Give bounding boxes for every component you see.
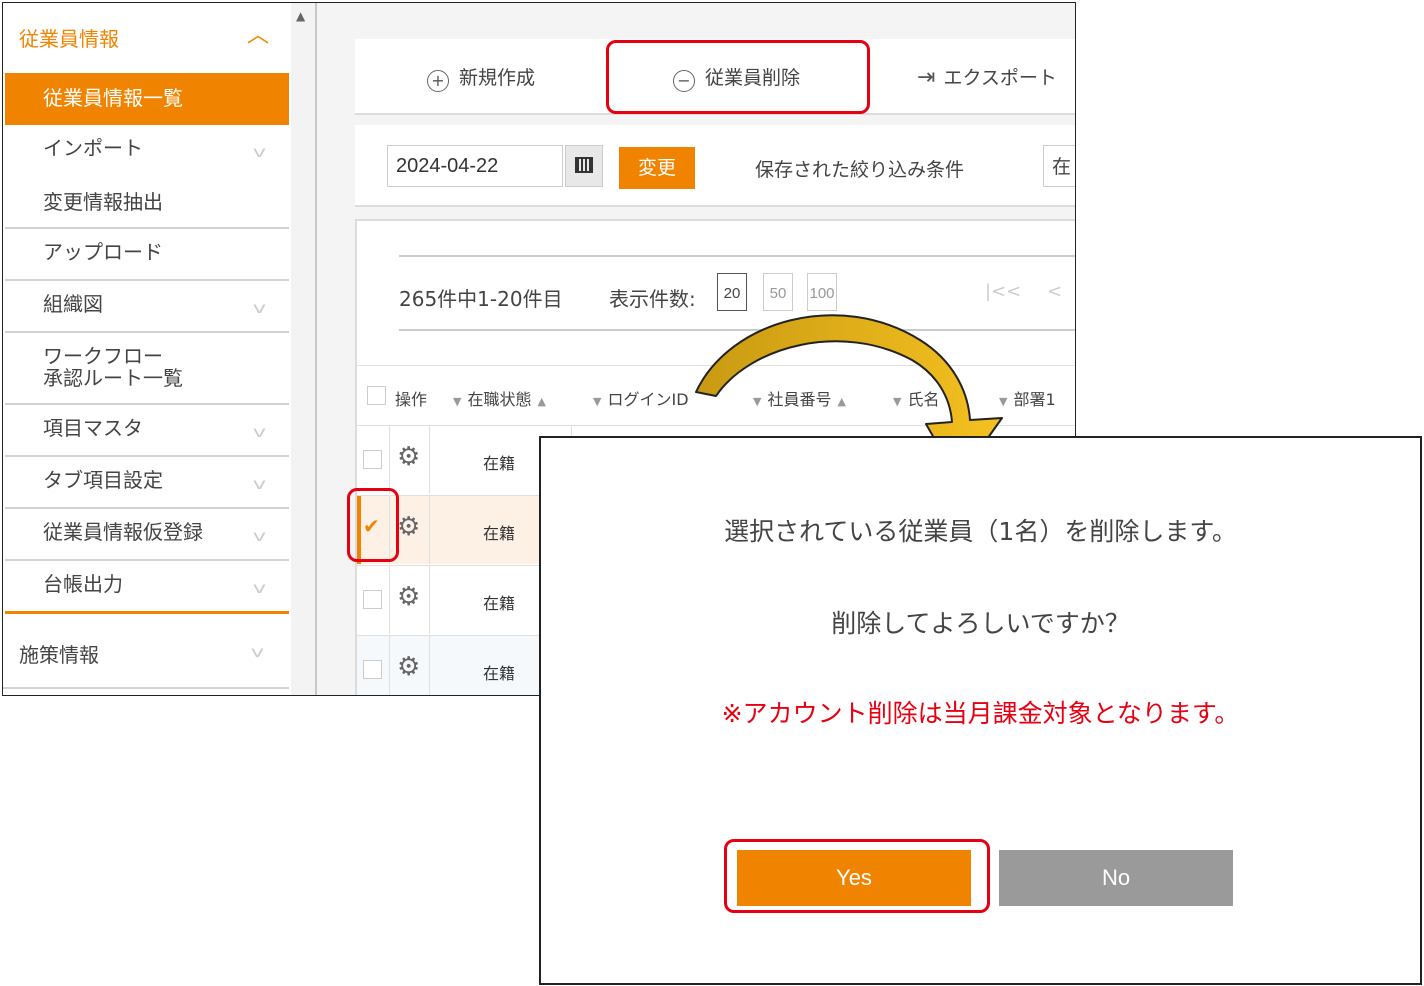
divider (429, 426, 430, 494)
date-input[interactable]: 2024-04-22 (387, 145, 563, 187)
sidebar-item-label: 項目マスタ (43, 416, 143, 440)
calendar-button[interactable] (565, 145, 603, 187)
export-button[interactable]: ⇥ エクスポート (917, 63, 1057, 90)
gear-icon[interactable]: ⚙ (397, 442, 420, 472)
sort-asc-icon[interactable]: ▲ (537, 395, 545, 408)
sidebar: 従業員情報 ︿ 従業員情報一覧 インポート v 変更情報抽出 アップロード 組織… (3, 3, 289, 695)
no-button[interactable]: No (999, 850, 1233, 906)
calendar-icon (575, 157, 593, 173)
header-label: ログインID (607, 390, 689, 409)
sidebar-section-title: 施策情報 (19, 643, 99, 667)
chevron-down-icon: v (252, 527, 267, 545)
sidebar-item-employee-list[interactable]: 従業員情報一覧 (5, 73, 289, 125)
new-label: 新規作成 (459, 67, 536, 89)
row-checkbox[interactable] (363, 450, 382, 469)
sidebar-item-label: 組織図 (43, 292, 103, 316)
sidebar-scrollbar[interactable]: ▲ (291, 3, 315, 695)
chevron-up-icon[interactable]: ︿ (247, 17, 269, 49)
chevron-down-icon: v (252, 475, 267, 493)
first-page-icon[interactable]: |<< (985, 281, 1021, 302)
sidebar-item-label: 従業員情報仮登録 (43, 520, 203, 544)
sidebar-item-label: 変更情報抽出 (43, 190, 163, 214)
highlight-delete-button (606, 40, 870, 114)
sidebar-item-change-extract[interactable]: 変更情報抽出 (5, 177, 289, 229)
export-label: エクスポート (943, 67, 1057, 89)
sidebar-item-ledger[interactable]: 台帳出力 v (5, 561, 289, 609)
gear-icon[interactable]: ⚙ (397, 582, 420, 612)
divider (429, 496, 430, 564)
dialog-question: 削除してよろしいですか？ (831, 609, 1130, 638)
sort-desc-icon[interactable]: ▼ (453, 395, 461, 408)
sidebar-item-upload[interactable]: アップロード (5, 229, 289, 281)
sidebar-item-label: アップロード (43, 240, 163, 264)
header-login-id[interactable]: ▼ ログインID (587, 386, 689, 410)
divider (389, 636, 390, 695)
sidebar-item-provisional[interactable]: 従業員情報仮登録 v (5, 509, 289, 561)
gear-icon[interactable]: ⚙ (397, 512, 420, 542)
record-count: 265件中1-20件目 (399, 287, 563, 311)
status-cell: 在籍 (483, 664, 516, 683)
sidebar-item-import[interactable]: インポート v (5, 125, 289, 179)
divider (389, 566, 390, 634)
status-cell: 在籍 (483, 454, 516, 473)
sidebar-item-label-line1: ワークフロー (43, 344, 163, 368)
sidebar-section-measures[interactable]: 施策情報 v (3, 615, 289, 689)
scroll-up-icon[interactable]: ▲ (296, 9, 305, 23)
sidebar-section-employee-info[interactable]: 従業員情報 ︿ (3, 3, 289, 74)
sidebar-item-label: タブ項目設定 (43, 468, 163, 492)
chevron-down-icon: v (252, 143, 267, 161)
plus-circle-icon: + (427, 70, 449, 92)
header-label: 操作 (395, 390, 428, 409)
divider (429, 636, 430, 695)
divider (389, 426, 390, 494)
sidebar-item-label-line2: 承認ルート一覧 (43, 366, 183, 390)
per-page-label: 表示件数: (609, 287, 696, 311)
sidebar-item-label: インポート (43, 136, 143, 160)
sort-desc-icon[interactable]: ▼ (593, 395, 601, 408)
sidebar-item-tab-settings[interactable]: タブ項目設定 v (5, 457, 289, 509)
status-cell: 在籍 (483, 524, 516, 543)
sidebar-item-workflow[interactable]: ワークフロー 承認ルート一覧 (5, 333, 289, 405)
highlight-yes-button (724, 839, 990, 913)
chevron-down-icon: v (250, 643, 265, 661)
header-operation[interactable]: 操作 (395, 386, 427, 410)
row-checkbox[interactable] (363, 660, 382, 679)
sidebar-item-label: 従業員情報一覧 (43, 86, 183, 110)
sidebar-divider (5, 611, 289, 614)
select-all-checkbox[interactable] (367, 386, 386, 405)
dialog-warning: ※アカウント削除は当月課金対象となります。 (721, 699, 1240, 728)
change-button[interactable]: 変更 (619, 147, 695, 189)
divider (429, 566, 430, 634)
filter-bar: 2024-04-22 変更 保存された絞り込み条件 在 (355, 125, 1075, 207)
dialog-message: 選択されている従業員（1名）を削除します。 (724, 517, 1237, 546)
divider (399, 255, 1075, 257)
row-checkbox[interactable] (363, 590, 382, 609)
sidebar-item-item-master[interactable]: 項目マスタ v (5, 405, 289, 457)
status-cell: 在籍 (483, 594, 516, 613)
saved-filter-select[interactable]: 在 (1043, 145, 1075, 187)
export-icon: ⇥ (917, 65, 936, 90)
gear-icon[interactable]: ⚙ (397, 652, 420, 682)
sidebar-section-title: 従業員情報 (19, 27, 119, 51)
sidebar-item-label: 台帳出力 (43, 572, 123, 596)
prev-page-icon[interactable]: < (1047, 281, 1062, 302)
sidebar-item-org-chart[interactable]: 組織図 v (5, 281, 289, 333)
highlight-row-checkbox (347, 488, 399, 562)
saved-filter-label: 保存された絞り込み条件 (755, 159, 965, 181)
chevron-down-icon: v (252, 423, 267, 441)
chevron-down-icon: v (252, 579, 267, 597)
header-label: 在職状態 (467, 390, 532, 409)
chevron-down-icon: v (252, 299, 267, 317)
header-status[interactable]: ▼ 在職状態 ▲ (447, 386, 552, 410)
new-button[interactable]: + 新規作成 (427, 63, 535, 92)
